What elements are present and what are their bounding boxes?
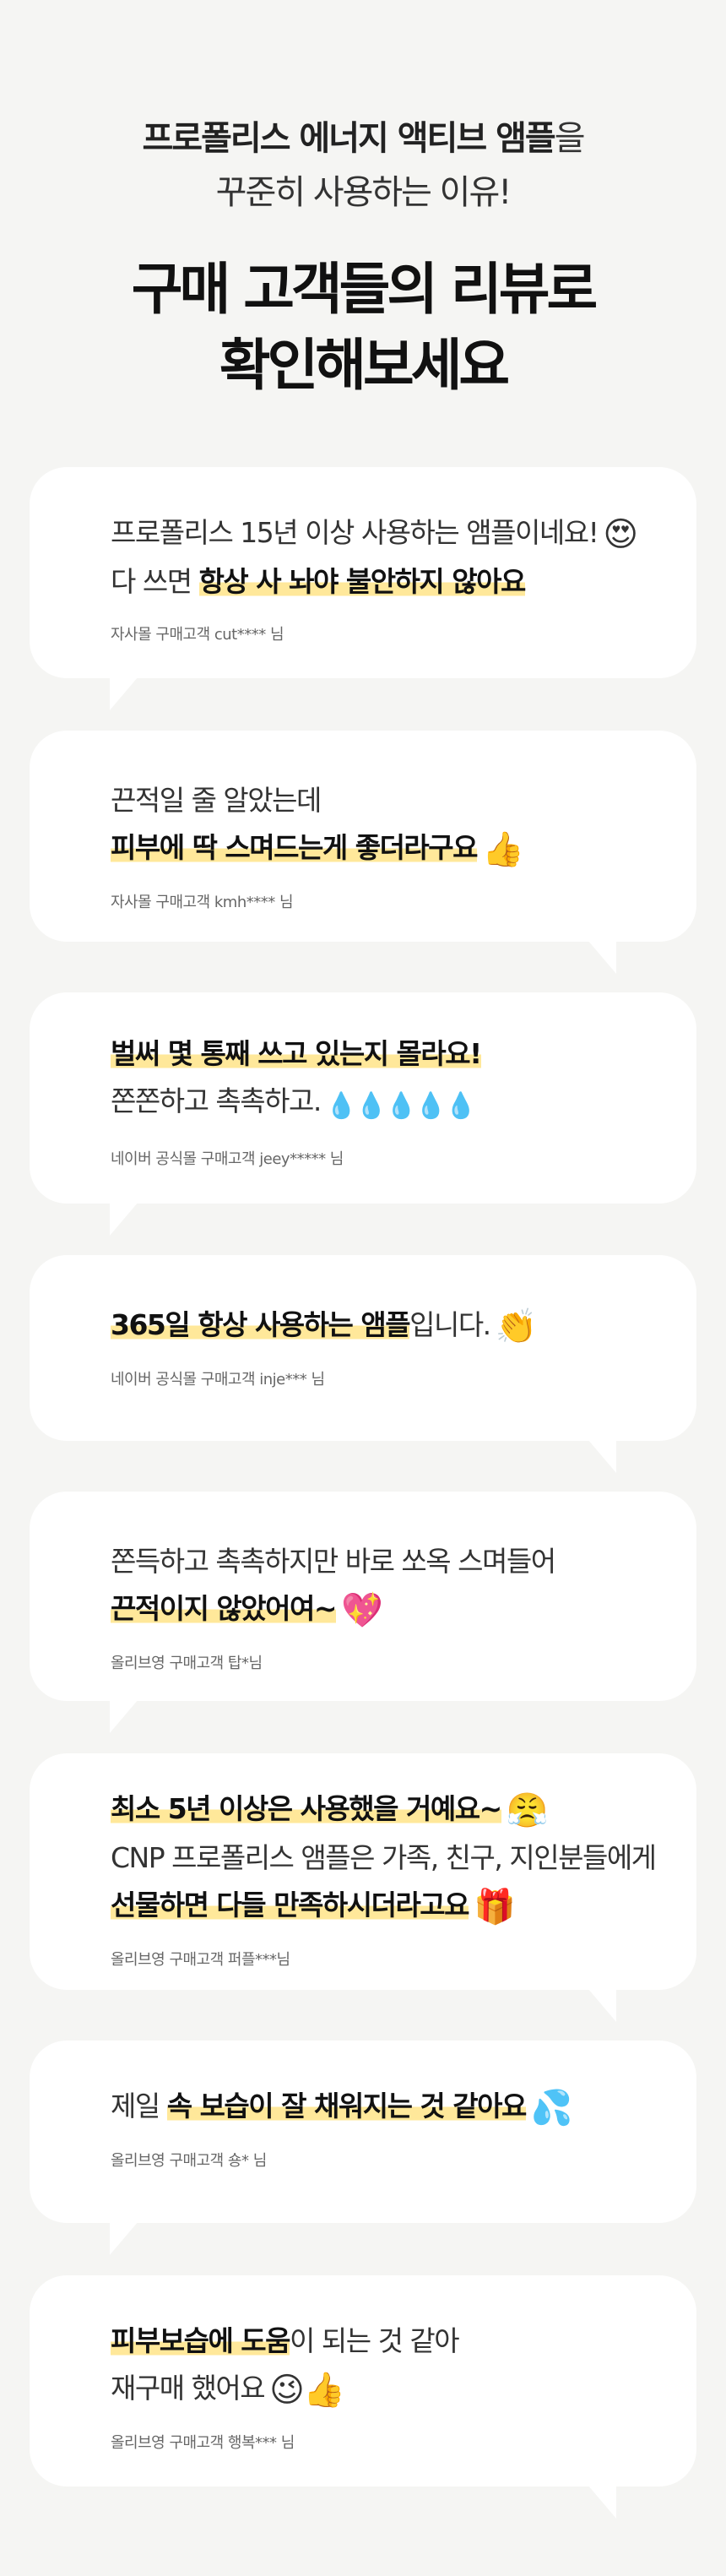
review-5-highlight: 끈적이지 않았어여~ [111, 1592, 338, 1625]
review-7-highlight: 속 보습이 잘 채워지는 것 같아요 [166, 2090, 527, 2122]
speech-bubble-tail [588, 940, 616, 974]
heart-eyes-emoji-icon: 😍 [603, 515, 638, 554]
speech-bubble-tail [588, 1988, 616, 2022]
review-6-highlight-1: 최소 5년 이상은 사용했을 거예요~ [111, 1792, 502, 1825]
product-name: 프로폴리스 에너지 액티브 앰플 [142, 119, 556, 158]
review-1-author: 자사몰 구매고객 cut**** 님 [111, 626, 284, 644]
intro-particle: 을 [554, 119, 586, 158]
speech-bubble-tail [110, 677, 138, 710]
review-4-line-1: 365일 항상 사용하는 앰플입니다. 👏 [111, 1307, 538, 1346]
speech-bubble-tail [110, 1699, 138, 1733]
review-1-line-1: 프로폴리스 15년 이상 사용하는 앰플이네요! 😍 [111, 515, 638, 554]
speech-bubble-tail [110, 2221, 138, 2255]
intro-line-2: 꾸준히 사용하는 이유! [215, 173, 512, 212]
review-5-line-2: 끈적이지 않았어여~ 💖 [111, 1585, 663, 1634]
review-5-author: 올리브영 구매고객 탑*님 [111, 1655, 263, 1672]
sparkling-heart-emoji-icon: 💖 [341, 1591, 383, 1630]
review-card-2: 끈적일 줄 알았는데 피부에 딱 스며드는게 좋더라구요 👍 자사몰 구매고객 k… [30, 731, 696, 974]
speech-bubble-tail [588, 1439, 616, 1473]
review-6-line-1: 최소 5년 이상은 사용했을 거예요~ 😤 [111, 1785, 663, 1834]
review-6-line-3: 선물하면 다들 만족하시더라고요 🎁 [111, 1882, 663, 1931]
review-7-author: 올리브영 구매고객 숑* 님 [111, 2152, 267, 2170]
thumbs-up-emoji-icon: 👍 [482, 830, 524, 869]
review-card-1: 프로폴리스 15년 이상 사용하는 앰플이네요! 😍 다 쓰면 항상 사 놔야 불… [30, 467, 696, 710]
steaming-face-emoji-icon: 😤 [506, 1791, 549, 1830]
speech-bubble-tail [588, 2485, 616, 2519]
wink-thumbs-up-emoji-icon: 😉👍 [269, 2371, 345, 2410]
review-6-highlight-2: 선물하면 다들 만족하시더라고요 [111, 1889, 470, 1921]
review-5-line-1: 쫀득하고 촉촉하지만 바로 쏘옥 스며들어 [111, 1545, 556, 1578]
page-header: 프로폴리스 에너지 액티브 앰플을 꾸준히 사용하는 이유! 구매 고객들의 리… [0, 0, 726, 404]
review-8-highlight: 피부보습에 도움 [111, 2324, 291, 2357]
review-card-8: 피부보습에 도움이 되는 것 같아 재구매 했어요 😉👍 올리브영 구매고객 행복… [30, 2275, 696, 2519]
review-2-author: 자사몰 구매고객 kmh**** 님 [111, 894, 294, 911]
review-7-line-1: 제일 속 보습이 잘 채워지는 것 같아요 💦 [111, 2089, 573, 2128]
gift-emoji-icon: 🎁 [474, 1888, 516, 1927]
review-card-6: 최소 5년 이상은 사용했을 거예요~ 😤 CNP 프로폴리스 앰플은 가족, 친… [30, 1753, 696, 2022]
review-6-line-2: CNP 프로폴리스 앰플은 가족, 친구, 지인분들에게 [111, 1841, 657, 1874]
review-3-highlight: 벌써 몇 통째 쓰고 있는지 몰라요! [111, 1037, 482, 1070]
review-6-author: 올리브영 구매고객 퍼플***님 [111, 1951, 290, 1969]
review-8-line-1: 피부보습에 도움이 되는 것 같아 [111, 2324, 460, 2357]
clapping-hands-emoji-icon: 👏 [495, 1307, 538, 1346]
review-2-highlight: 피부에 딱 스며드는게 좋더라구요 [111, 831, 479, 864]
review-4-highlight: 365일 항상 사용하는 앰플 [111, 1308, 411, 1341]
review-card-7: 제일 속 보습이 잘 채워지는 것 같아요 💦 올리브영 구매고객 숑* 님 [30, 2041, 696, 2255]
review-8-author: 올리브영 구매고객 행복*** 님 [111, 2434, 295, 2452]
intro-text: 프로폴리스 에너지 액티브 앰플을 꾸준히 사용하는 이유! [0, 111, 726, 220]
review-card-3: 벌써 몇 통째 쓰고 있는지 몰라요! 쫀쫀하고 촉촉하고. 💧💧💧💧💧 네이버 … [30, 992, 696, 1236]
review-3-author: 네이버 공식몰 구매고객 jeey***** 님 [111, 1150, 344, 1168]
review-8-line-2: 재구매 했어요 😉👍 [111, 2371, 345, 2410]
sweat-droplets-emoji-icon: 💦 [530, 2089, 573, 2128]
title-line-2: 확인해보세요 [219, 333, 510, 398]
review-1-line-2: 다 쓰면 항상 사 놔야 불안하지 않아요 [111, 565, 526, 598]
title-line-1: 구매 고객들의 리뷰로 [131, 257, 598, 322]
review-2-line-1: 끈적일 줄 알았는데 [111, 784, 322, 817]
speech-bubble-tail [110, 1202, 138, 1236]
review-3-line-2: 쫀쫀하고 촉촉하고. 💧💧💧💧💧 [111, 1084, 477, 1121]
review-3-line-1: 벌써 몇 통째 쓰고 있는지 몰라요! [111, 1030, 663, 1078]
review-1-highlight: 항상 사 놔야 불안하지 않아요 [198, 565, 526, 598]
droplets-emoji-icon: 💧💧💧💧💧 [325, 1091, 477, 1121]
page-title: 구매 고객들의 리뷰로 확인해보세요 [0, 252, 726, 404]
review-card-5: 쫀득하고 촉촉하지만 바로 쏘옥 스며들어 끈적이지 않았어여~ 💖 올리브영 구… [30, 1492, 696, 1733]
review-2-line-2: 피부에 딱 스며드는게 좋더라구요 👍 [111, 824, 663, 873]
review-4-author: 네이버 공식몰 구매고객 inje*** 님 [111, 1371, 325, 1389]
review-card-4: 365일 항상 사용하는 앰플입니다. 👏 네이버 공식몰 구매고객 inje**… [30, 1255, 696, 1473]
